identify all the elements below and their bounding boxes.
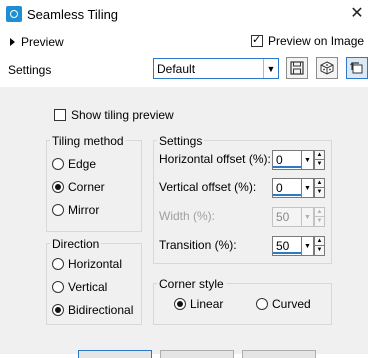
corner-style-title: Corner style — [157, 277, 226, 291]
spin-down-icon[interactable]: ▼ — [314, 188, 325, 198]
app-icon — [6, 6, 22, 22]
vertical-offset-stepper[interactable]: 0 ▼ ▲ ▼ — [272, 178, 326, 198]
horizontal-offset-stepper[interactable]: 0 ▼ ▲ ▼ — [272, 150, 326, 170]
radio-bidirectional[interactable]: Bidirectional — [52, 303, 133, 317]
width-input: 50 — [272, 207, 302, 227]
direction-title: Direction — [50, 237, 102, 251]
value-slider-bar[interactable] — [273, 166, 301, 168]
ok-button[interactable] — [78, 350, 152, 358]
cancel-button[interactable] — [160, 350, 234, 358]
chevron-down-icon[interactable]: ▼ — [302, 236, 314, 256]
radio-label: Horizontal — [68, 257, 123, 271]
radio-label: Curved — [272, 297, 311, 311]
radio-label: Corner — [68, 180, 105, 194]
radio-label: Vertical — [68, 280, 108, 294]
reset-button[interactable] — [346, 57, 368, 79]
preset-value: Default — [157, 62, 196, 76]
spin-down-icon: ▼ — [314, 217, 325, 227]
spin-up-icon[interactable]: ▲ — [314, 178, 325, 188]
checkbox-box[interactable] — [251, 33, 263, 47]
chevron-down-icon[interactable]: ▼ — [302, 178, 314, 198]
radio-circle[interactable] — [52, 258, 64, 270]
width-label: Width (%): — [159, 209, 216, 223]
horizontal-offset-label: Horizontal offset (%): — [159, 152, 271, 166]
radio-label: Edge — [68, 157, 97, 171]
preset-dropdown[interactable]: Default ▼ — [153, 58, 279, 79]
settings-group-title: Settings — [157, 134, 205, 148]
radio-label: Bidirectional — [68, 303, 134, 317]
radio-label: Linear — [190, 297, 224, 311]
tiling-method-title: Tiling method — [50, 134, 126, 148]
radio-curved[interactable]: Curved — [256, 297, 311, 311]
help-button[interactable] — [242, 350, 316, 358]
value-slider-bar[interactable] — [273, 194, 301, 196]
spin-up-icon[interactable]: ▲ — [314, 150, 325, 160]
chevron-down-icon: ▼ — [302, 207, 314, 227]
save-preset-button[interactable] — [286, 57, 308, 79]
radio-vertical[interactable]: Vertical — [52, 280, 107, 294]
dice-icon — [320, 61, 334, 75]
radio-label: Mirror — [68, 203, 100, 217]
expand-arrow-icon — [10, 38, 15, 46]
radio-circle[interactable] — [52, 158, 64, 170]
width-stepper: 50 ▼ ▲ ▼ — [272, 207, 326, 227]
close-icon[interactable]: ✕ — [346, 3, 368, 25]
chevron-down-icon[interactable]: ▼ — [263, 59, 278, 78]
settings-label: Settings — [8, 63, 52, 77]
preview-toggle[interactable]: Preview — [10, 34, 64, 50]
reset-icon — [350, 62, 363, 74]
radio-edge[interactable]: Edge — [52, 157, 96, 171]
spin-down-icon[interactable]: ▼ — [314, 246, 325, 256]
radio-circle[interactable] — [52, 204, 64, 216]
transition-label: Transition (%): — [159, 238, 237, 252]
checkbox-box[interactable] — [54, 109, 66, 121]
radio-linear[interactable]: Linear — [174, 297, 223, 311]
transition-stepper[interactable]: 50 ▼ ▲ ▼ — [272, 236, 326, 256]
vertical-offset-label: Vertical offset (%): — [159, 180, 257, 194]
value-slider-bar[interactable] — [273, 252, 301, 254]
window-title: Seamless Tiling — [27, 7, 119, 22]
spin-up-icon[interactable]: ▲ — [314, 236, 325, 246]
spin-down-icon[interactable]: ▼ — [314, 160, 325, 170]
show-tiling-preview-label: Show tiling preview — [71, 108, 174, 122]
randomize-button[interactable] — [316, 57, 338, 79]
chevron-down-icon[interactable]: ▼ — [302, 150, 314, 170]
spin-up-icon: ▲ — [314, 207, 325, 217]
radio-circle[interactable] — [52, 181, 64, 193]
preview-on-image-label: Preview on Image — [268, 34, 365, 48]
preview-on-image-checkbox[interactable]: Preview on Image — [251, 33, 365, 48]
radio-mirror[interactable]: Mirror — [52, 203, 99, 217]
preview-label: Preview — [21, 35, 64, 49]
floppy-disk-icon — [290, 61, 304, 75]
radio-circle[interactable] — [52, 281, 64, 293]
radio-circle[interactable] — [174, 298, 186, 310]
radio-corner[interactable]: Corner — [52, 180, 105, 194]
radio-horizontal[interactable]: Horizontal — [52, 257, 122, 271]
radio-circle[interactable] — [256, 298, 268, 310]
show-tiling-preview-checkbox[interactable]: Show tiling preview — [54, 108, 174, 122]
radio-circle[interactable] — [52, 304, 64, 316]
